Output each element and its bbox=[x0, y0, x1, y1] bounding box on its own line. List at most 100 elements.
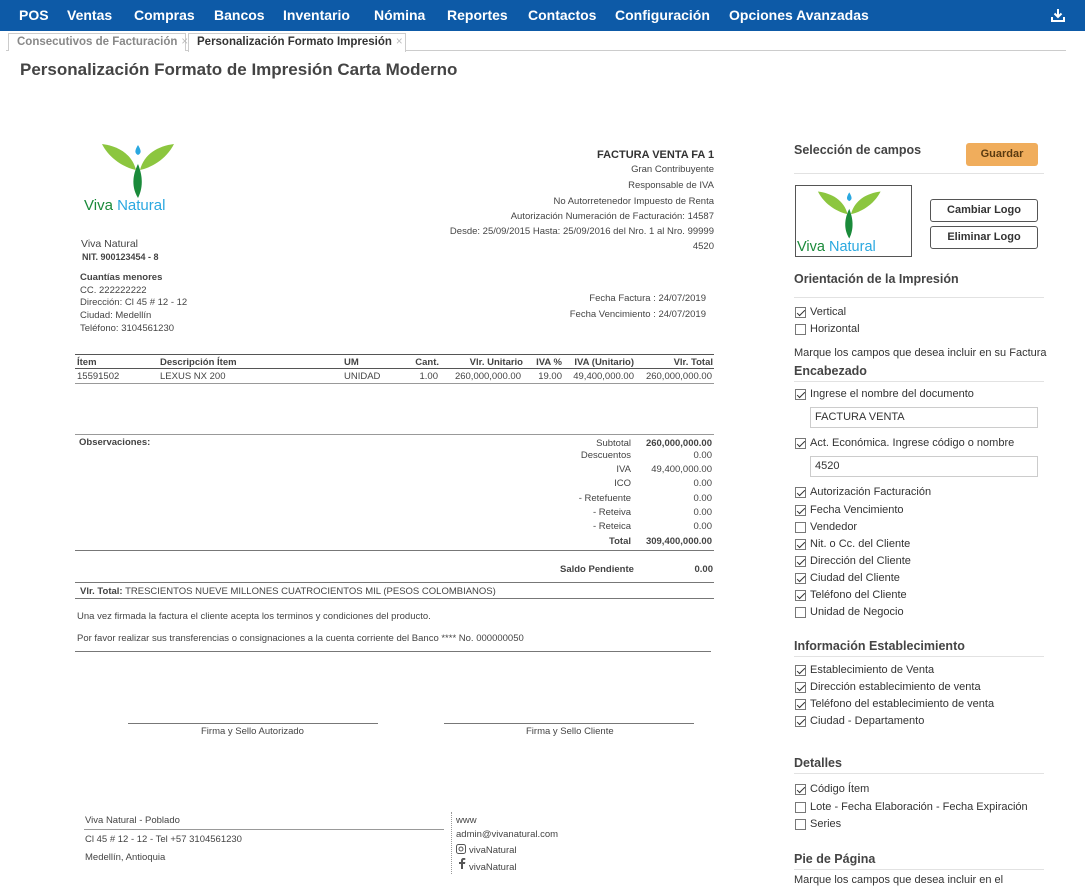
activity-option[interactable]: Act. Económica. Ingrese código o nombre bbox=[795, 436, 1014, 450]
details-field-option[interactable]: Lote - Fecha Elaboración - Fecha Expirac… bbox=[795, 800, 1028, 814]
signature-line bbox=[444, 723, 694, 724]
table-cell: 15591502 bbox=[77, 371, 120, 382]
checkbox[interactable] bbox=[795, 681, 806, 693]
tab-consecutivos[interactable]: Consecutivos de Facturación × bbox=[8, 33, 188, 51]
table-cell: UNIDAD bbox=[344, 371, 381, 382]
tab-personalizacion[interactable]: Personalización Formato Impresión × bbox=[188, 33, 406, 52]
nav-configuracion[interactable]: Configuración bbox=[615, 0, 710, 31]
divider bbox=[794, 656, 1044, 657]
checkbox[interactable] bbox=[795, 388, 806, 400]
nav-inventario[interactable]: Inventario bbox=[283, 0, 350, 31]
option-label: Act. Económica. Ingrese código o nombre bbox=[810, 437, 1015, 449]
orientation-vertical-option[interactable]: Vertical bbox=[795, 305, 846, 319]
nav-pos[interactable]: POS bbox=[19, 0, 49, 31]
header-field-option[interactable]: Autorización Facturación bbox=[795, 485, 931, 499]
nav-reportes[interactable]: Reportes bbox=[447, 0, 508, 31]
header-field-option[interactable]: Vendedor bbox=[795, 520, 857, 534]
details-field-option[interactable]: Código Ítem bbox=[795, 782, 869, 796]
footer-text: Cl 45 # 12 - 12 - Tel +57 3104561230 bbox=[85, 834, 242, 845]
header-field-option[interactable]: Nit. o Cc. del Cliente bbox=[795, 537, 910, 551]
establishment-field-option[interactable]: Teléfono del establecimiento de venta bbox=[795, 697, 994, 711]
remove-logo-button[interactable]: Eliminar Logo bbox=[930, 226, 1038, 249]
client-address: Dirección: Cl 45 # 12 - 12 bbox=[80, 297, 188, 308]
saldo-value: 0.00 bbox=[694, 564, 714, 575]
checkbox[interactable] bbox=[795, 715, 806, 727]
checkbox[interactable] bbox=[795, 504, 806, 516]
details-field-option[interactable]: Series bbox=[795, 817, 841, 831]
checkbox[interactable] bbox=[795, 698, 806, 710]
close-icon[interactable]: × bbox=[396, 36, 403, 48]
option-label: Horizontal bbox=[810, 323, 860, 335]
checkbox[interactable] bbox=[795, 306, 806, 318]
total-in-words: Vlr. Total: TRESCIENTOS NUEVE MILLONES C… bbox=[80, 586, 496, 597]
divider bbox=[794, 173, 1044, 174]
total-value: 0.00 bbox=[693, 521, 713, 532]
save-button[interactable]: Guardar bbox=[966, 143, 1038, 166]
tab-strip: Consecutivos de Facturación × Personaliza… bbox=[6, 33, 1066, 52]
divider bbox=[75, 354, 714, 355]
option-label: Unidad de Negocio bbox=[810, 606, 904, 618]
header-field-option[interactable]: Teléfono del Cliente bbox=[795, 588, 907, 602]
option-label: Fecha Vencimiento bbox=[810, 504, 904, 516]
logo-icon bbox=[102, 144, 174, 198]
details-title: Detalles bbox=[794, 756, 842, 770]
table-cell: 1.00 bbox=[419, 371, 439, 382]
change-logo-button[interactable]: Cambiar Logo bbox=[930, 199, 1038, 222]
checkbox[interactable] bbox=[795, 572, 806, 584]
footer-text: Viva Natural - Poblado bbox=[85, 815, 180, 826]
checkbox[interactable] bbox=[795, 437, 806, 449]
top-navbar: POS Ventas Compras Bancos Inventario Nóm… bbox=[0, 0, 1085, 31]
checkbox[interactable] bbox=[795, 323, 806, 335]
instagram-icon bbox=[456, 844, 466, 854]
checkbox[interactable] bbox=[795, 589, 806, 601]
header-field-option[interactable]: Unidad de Negocio bbox=[795, 605, 904, 619]
invoice-header-line: No Autorretenedor Impuesto de Renta bbox=[553, 196, 714, 207]
doc-name-option[interactable]: Ingrese el nombre del documento bbox=[795, 387, 974, 401]
establishment-field-option[interactable]: Dirección establecimiento de venta bbox=[795, 680, 981, 694]
nav-bancos[interactable]: Bancos bbox=[214, 0, 265, 31]
checkbox[interactable] bbox=[795, 555, 806, 567]
option-label: Teléfono del Cliente bbox=[810, 589, 907, 601]
header-field-option[interactable]: Fecha Vencimiento bbox=[795, 503, 904, 517]
nav-nomina[interactable]: Nómina bbox=[374, 0, 425, 31]
signature-label: Firma y Sello Autorizado bbox=[201, 726, 304, 737]
divider bbox=[75, 368, 714, 369]
footer-text: Medellín, Antioquia bbox=[85, 852, 166, 863]
checkbox[interactable] bbox=[795, 521, 806, 533]
option-label: Vertical bbox=[810, 306, 847, 318]
checkbox[interactable] bbox=[795, 606, 806, 618]
checkbox[interactable] bbox=[795, 801, 806, 813]
establishment-field-option[interactable]: Establecimiento de Venta bbox=[795, 663, 934, 677]
total-value: 0.00 bbox=[693, 478, 713, 489]
header-field-option[interactable]: Ciudad del Cliente bbox=[795, 571, 900, 585]
nav-ventas[interactable]: Ventas bbox=[67, 0, 112, 31]
option-label: Nit. o Cc. del Cliente bbox=[810, 538, 911, 550]
total-label: - Reteiva bbox=[592, 507, 631, 518]
checkbox[interactable] bbox=[795, 486, 806, 498]
nav-compras[interactable]: Compras bbox=[134, 0, 195, 31]
checkbox[interactable] bbox=[795, 818, 806, 830]
table-header: Vlr. Unitario bbox=[469, 357, 523, 368]
divider bbox=[75, 383, 714, 384]
checkbox[interactable] bbox=[795, 783, 806, 795]
establishment-field-option[interactable]: Ciudad - Departamento bbox=[795, 714, 924, 728]
nav-opciones-avanzadas[interactable]: Opciones Avanzadas bbox=[729, 0, 869, 31]
checkbox[interactable] bbox=[795, 664, 806, 676]
footer-text: vivaNatural bbox=[469, 845, 517, 856]
option-label: Ingrese el nombre del documento bbox=[810, 388, 974, 400]
download-icon[interactable] bbox=[1051, 8, 1065, 23]
company-nit: NIT. 900123454 - 8 bbox=[82, 252, 159, 262]
facebook-icon bbox=[459, 858, 466, 869]
invoice-header-line: 4520 bbox=[692, 241, 714, 252]
table-header: Cant. bbox=[415, 357, 439, 368]
checkbox[interactable] bbox=[795, 538, 806, 550]
activity-input[interactable]: 4520 bbox=[810, 456, 1038, 477]
total-label: IVA bbox=[616, 464, 631, 475]
orientation-horizontal-option[interactable]: Horizontal bbox=[795, 322, 860, 336]
nav-contactos[interactable]: Contactos bbox=[528, 0, 596, 31]
total-value: 309,400,000.00 bbox=[645, 536, 712, 547]
header-field-option[interactable]: Dirección del Cliente bbox=[795, 554, 911, 568]
doc-name-input[interactable]: FACTURA VENTA bbox=[810, 407, 1038, 428]
divider bbox=[75, 598, 714, 599]
footer-text: vivaNatural bbox=[469, 862, 517, 873]
